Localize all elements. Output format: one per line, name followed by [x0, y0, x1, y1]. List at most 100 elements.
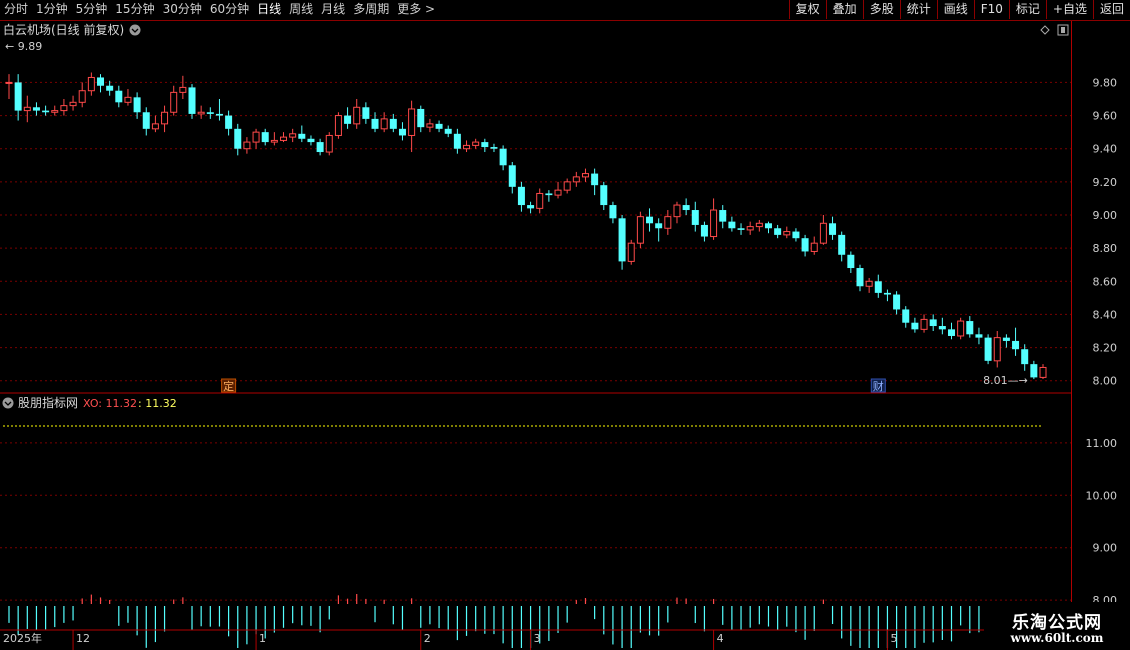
candle-57 — [527, 201, 535, 214]
candle-body-42 — [389, 118, 397, 129]
tool-button-4[interactable]: 画线 — [936, 0, 974, 19]
watermark-logo: 乐淘公式网 www.60lt.com — [984, 602, 1130, 650]
month-label-1: 1 — [259, 632, 266, 645]
candle-108 — [993, 331, 1001, 368]
candle-body-2 — [23, 106, 31, 112]
candle-20 — [188, 84, 196, 119]
candle-84 — [774, 224, 782, 239]
candle-body-27 — [252, 131, 260, 143]
candle-26 — [243, 137, 251, 154]
candle-47 — [435, 120, 443, 133]
candle-5 — [51, 105, 59, 116]
candle-61 — [563, 178, 571, 194]
candle-97 — [893, 291, 901, 315]
candle-31 — [289, 128, 297, 143]
period-tab-3[interactable]: 15分钟 — [111, 0, 158, 20]
month-label-2: 2 — [424, 632, 431, 645]
period-tab-1[interactable]: 1分钟 — [32, 0, 72, 20]
candle-body-61 — [563, 181, 571, 191]
candle-body-75 — [691, 210, 699, 225]
tool-button-5[interactable]: F10 — [973, 0, 1009, 19]
period-tabs: 分时 1分钟 5分钟 15分钟 30分钟 60分钟 日线 周线 月线 多周期 更多 > — [0, 0, 439, 20]
period-tab-0[interactable]: 分时 — [0, 0, 32, 20]
candle-body-71 — [655, 223, 663, 229]
candle-body-107 — [984, 337, 992, 361]
period-tab-9[interactable]: 多周期 — [349, 0, 393, 20]
candle-body-40 — [371, 118, 379, 129]
candle-body-23 — [215, 113, 223, 116]
candle-body-72 — [664, 216, 672, 229]
tool-button-2[interactable]: 多股 — [862, 0, 900, 19]
candle-6 — [60, 99, 68, 116]
period-tab-10[interactable]: 更多 > — [393, 0, 439, 20]
period-tab-8[interactable]: 月线 — [317, 0, 349, 20]
candle-body-70 — [646, 216, 654, 224]
tool-button-1[interactable]: 叠加 — [825, 0, 863, 19]
candle-body-101 — [929, 319, 937, 327]
candle-86 — [792, 228, 800, 242]
event-marker-0: 定 — [223, 379, 234, 393]
candle-95 — [874, 274, 882, 298]
grid-lines — [0, 81, 1071, 601]
tool-button-8[interactable]: 返回 — [1092, 0, 1130, 19]
candle-23 — [215, 99, 223, 121]
candle-77 — [710, 198, 718, 240]
candle-body-0 — [5, 81, 13, 84]
candle-56 — [517, 181, 525, 212]
candle-113 — [1039, 364, 1047, 380]
candle-81 — [746, 221, 754, 235]
event-marker-1: 财 — [873, 379, 884, 393]
candle-body-34 — [316, 142, 324, 153]
tool-button-0[interactable]: 复权 — [788, 0, 826, 19]
candle-17 — [161, 105, 169, 133]
candle-body-35 — [325, 134, 333, 153]
candle-69 — [636, 211, 644, 249]
candle-88 — [810, 236, 818, 255]
candle-104 — [957, 317, 965, 340]
candle-body-66 — [609, 205, 617, 219]
price-tick-5: 8.80 — [1093, 242, 1118, 255]
candle-40 — [371, 112, 379, 133]
candle-90 — [829, 216, 837, 240]
candle-105 — [966, 316, 974, 338]
candle-67 — [618, 215, 626, 270]
tool-button-7[interactable]: +自选 — [1045, 0, 1093, 19]
candle-body-110 — [1012, 340, 1020, 350]
candle-51 — [472, 138, 480, 149]
candle-body-102 — [938, 326, 946, 330]
month-label-3: 3 — [534, 632, 541, 645]
candle-body-18 — [170, 91, 178, 113]
title-menu-chevron-icon[interactable] — [129, 24, 141, 36]
candle-75 — [691, 201, 699, 232]
period-tab-4[interactable]: 30分钟 — [159, 0, 206, 20]
candle-79 — [728, 216, 736, 232]
candle-body-7 — [69, 101, 77, 107]
candle-109 — [1002, 334, 1010, 348]
candle-body-62 — [572, 176, 580, 183]
candle-72 — [664, 210, 672, 235]
candle-66 — [609, 201, 617, 224]
candle-89 — [819, 215, 827, 245]
indicator-tick-0: 11.00 — [1086, 437, 1118, 450]
candle-15 — [142, 107, 150, 136]
candle-7 — [69, 95, 77, 111]
candle-body-83 — [764, 223, 772, 229]
candle-body-39 — [362, 107, 370, 119]
period-tab-7[interactable]: 周线 — [285, 0, 317, 20]
candle-13 — [124, 89, 132, 106]
candle-body-111 — [1021, 349, 1029, 365]
candle-body-32 — [298, 133, 306, 139]
price-tick-6: 8.60 — [1093, 275, 1118, 288]
candle-99 — [911, 317, 919, 333]
candle-body-6 — [60, 105, 68, 112]
candle-78 — [719, 205, 727, 229]
tool-button-6[interactable]: 标记 — [1008, 0, 1046, 19]
candle-body-1 — [14, 82, 22, 111]
tool-button-3[interactable]: 统计 — [899, 0, 937, 19]
candle-body-36 — [334, 115, 342, 136]
candle-58 — [536, 188, 544, 214]
period-tab-6[interactable]: 日线 — [253, 0, 285, 20]
period-tab-2[interactable]: 5分钟 — [72, 0, 112, 20]
candle-body-99 — [911, 322, 919, 330]
period-tab-5[interactable]: 60分钟 — [206, 0, 253, 20]
